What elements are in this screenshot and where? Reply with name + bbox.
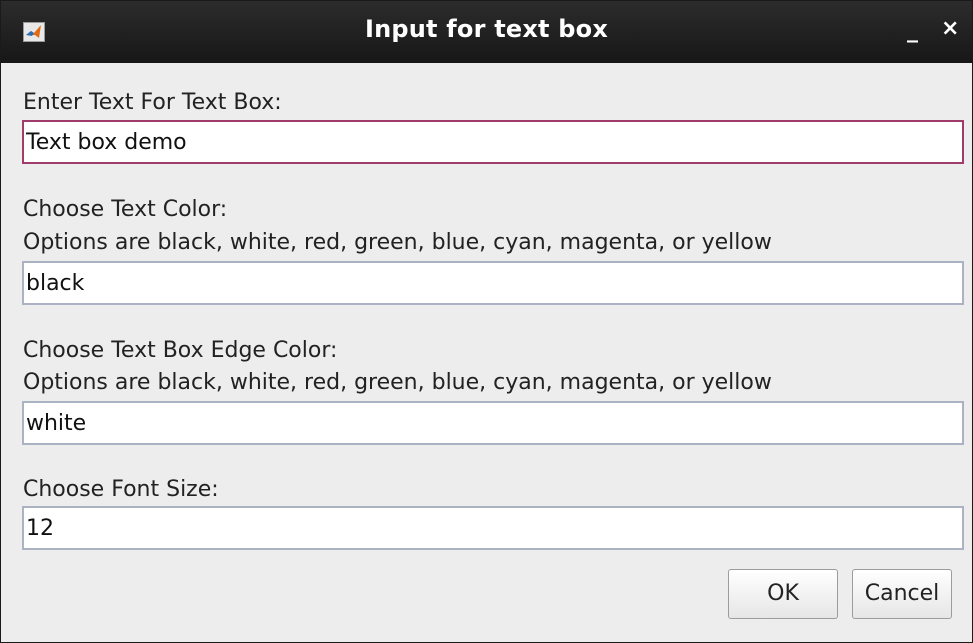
edge-color-input[interactable]: [22, 401, 964, 445]
text-label: Enter Text For Text Box:: [23, 90, 282, 115]
minimize-button[interactable]: _: [907, 18, 918, 43]
font-size-label: Choose Font Size:: [23, 477, 219, 502]
edge-color-hint: Options are black, white, red, green, bl…: [23, 370, 772, 395]
text-color-hint: Options are black, white, red, green, bl…: [23, 230, 772, 255]
ok-button[interactable]: OK: [728, 569, 838, 619]
title-bar[interactable]: Input for text box _ ×: [1, 1, 972, 63]
text-input[interactable]: [22, 120, 964, 164]
window-title: Input for text box: [364, 15, 609, 43]
cancel-button[interactable]: Cancel: [852, 569, 952, 619]
text-color-label: Choose Text Color:: [23, 197, 228, 222]
text-color-input[interactable]: [22, 261, 964, 305]
close-button[interactable]: ×: [941, 16, 959, 41]
font-size-input[interactable]: [22, 506, 964, 550]
dialog-content: Enter Text For Text Box: Choose Text Col…: [1, 63, 972, 642]
input-dialog: Input for text box _ × Enter Text For Te…: [0, 0, 973, 643]
edge-color-label: Choose Text Box Edge Color:: [23, 338, 338, 363]
